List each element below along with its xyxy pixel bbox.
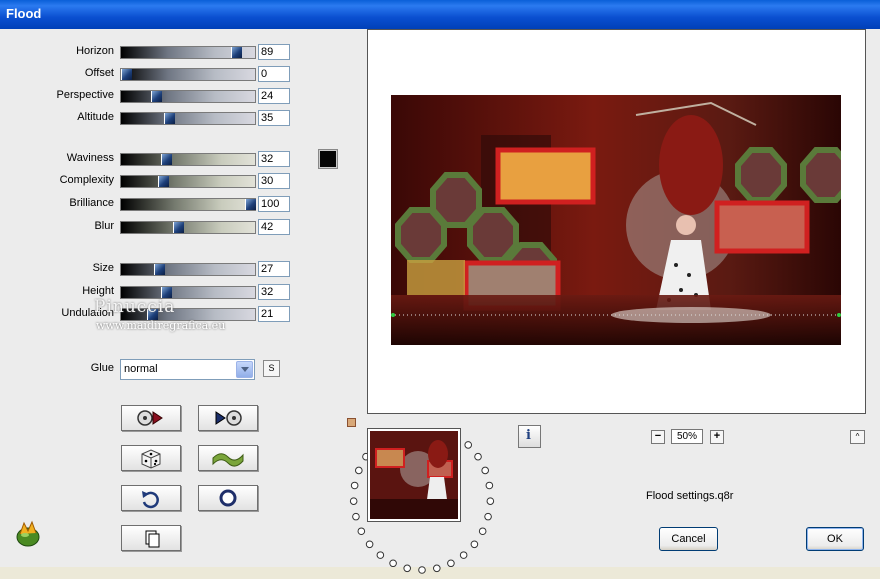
- height-label: Height: [82, 285, 114, 297]
- horizon-label: Horizon: [76, 45, 114, 57]
- wave-button[interactable]: [198, 445, 258, 471]
- title-bar: Flood: [0, 0, 880, 30]
- blur-value-field[interactable]: 42: [258, 219, 290, 235]
- horizon-value-field[interactable]: 89: [258, 44, 290, 60]
- glue-s-button[interactable]: S: [263, 360, 280, 377]
- preview-image: [391, 95, 841, 345]
- app-logo-icon: [16, 520, 40, 547]
- window-title: Flood: [6, 6, 42, 21]
- perspective-label: Perspective: [56, 89, 114, 101]
- ok-button[interactable]: OK: [806, 527, 864, 551]
- brilliance-value-field[interactable]: 100: [258, 196, 290, 212]
- zoom-out-button[interactable]: −: [651, 430, 665, 444]
- copy-icon: [145, 530, 160, 548]
- navigator-thumbnail[interactable]: [367, 428, 461, 522]
- cancel-button[interactable]: Cancel: [659, 527, 718, 551]
- horizon-slider-thumb[interactable]: [231, 47, 242, 58]
- waviness-label: Waviness: [66, 152, 114, 164]
- glue-select[interactable]: normal: [120, 359, 255, 380]
- offset-slider[interactable]: [120, 68, 256, 81]
- altitude-label: Altitude: [77, 111, 114, 123]
- height-value-field[interactable]: 32: [258, 284, 290, 300]
- collapse-button[interactable]: ^: [850, 430, 865, 444]
- size-label: Size: [92, 262, 114, 274]
- altitude-slider-thumb[interactable]: [164, 113, 175, 124]
- color-swatch[interactable]: [318, 149, 338, 169]
- altitude-value-field[interactable]: 35: [258, 110, 290, 126]
- wave-icon: [212, 453, 244, 467]
- dice-icon: [141, 449, 161, 469]
- brilliance-slider[interactable]: [120, 198, 256, 211]
- zoom-in-button[interactable]: +: [710, 430, 724, 444]
- brilliance-label: Brilliance: [69, 197, 114, 209]
- complexity-slider[interactable]: [120, 175, 256, 188]
- info-icon: i: [526, 428, 531, 443]
- perspective-slider-thumb[interactable]: [151, 91, 162, 102]
- reel-forward-icon: [215, 410, 242, 426]
- horizon-slider[interactable]: [120, 46, 256, 59]
- chevron-down-icon[interactable]: [236, 361, 253, 378]
- perspective-slider[interactable]: [120, 90, 256, 103]
- complexity-label: Complexity: [59, 174, 114, 186]
- dialog-client: Horizon 89 Offset 0 Perspective 24 Altitude 35 W…: [0, 29, 880, 574]
- watermark-name: Pinuccia: [94, 297, 176, 317]
- reel-back-icon: [137, 410, 163, 426]
- prev-settings-button[interactable]: [121, 405, 181, 431]
- blur-label: Blur: [94, 220, 114, 232]
- brilliance-slider-thumb[interactable]: [245, 199, 256, 210]
- randomize-button[interactable]: [121, 445, 181, 471]
- glue-value: normal: [124, 363, 158, 375]
- undulation-value-field[interactable]: 21: [258, 306, 290, 322]
- offset-value-field[interactable]: 0: [258, 66, 290, 82]
- undo-icon: [142, 491, 159, 509]
- waviness-value-field[interactable]: 32: [258, 151, 290, 167]
- circle-icon: [219, 489, 237, 507]
- size-slider-thumb[interactable]: [154, 264, 165, 275]
- zoom-level[interactable]: 50%: [671, 429, 703, 444]
- info-button[interactable]: i: [518, 425, 541, 448]
- offset-label: Offset: [84, 67, 114, 79]
- blur-slider-thumb[interactable]: [173, 222, 184, 233]
- glue-label: Glue: [90, 362, 114, 374]
- watermark-url: www.maidiregrafica.eu: [96, 319, 226, 332]
- complexity-slider-thumb[interactable]: [158, 176, 169, 187]
- undo-button[interactable]: [121, 485, 181, 511]
- waviness-slider[interactable]: [120, 153, 256, 166]
- blur-slider[interactable]: [120, 221, 256, 234]
- perspective-value-field[interactable]: 24: [258, 88, 290, 104]
- next-settings-button[interactable]: [198, 405, 258, 431]
- size-value-field[interactable]: 27: [258, 261, 290, 277]
- copy-button[interactable]: [121, 525, 181, 551]
- settings-filename: Flood settings.q8r: [646, 490, 734, 502]
- offset-slider-thumb[interactable]: [121, 69, 132, 80]
- size-slider[interactable]: [120, 263, 256, 276]
- altitude-slider[interactable]: [120, 112, 256, 125]
- complexity-value-field[interactable]: 30: [258, 173, 290, 189]
- waviness-slider-thumb[interactable]: [161, 154, 172, 165]
- reset-button[interactable]: [198, 485, 258, 511]
